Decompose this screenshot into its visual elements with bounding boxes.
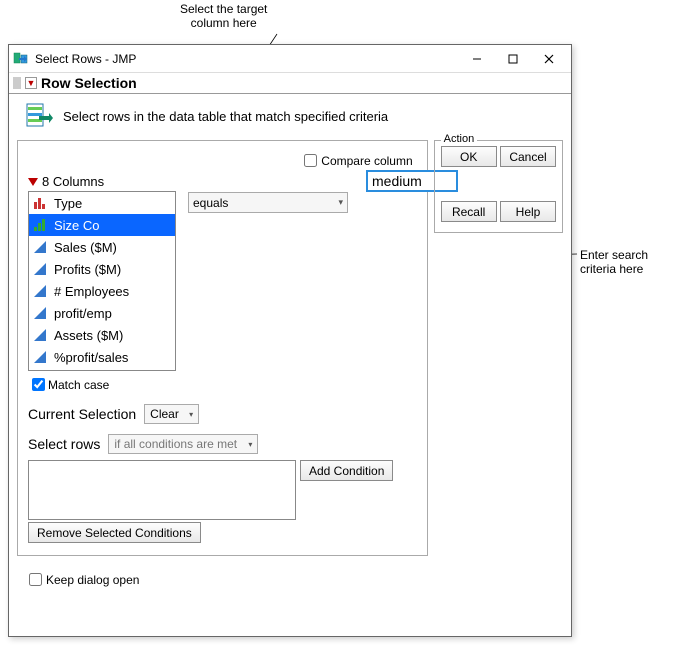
close-icon bbox=[544, 54, 554, 64]
current-selection-select[interactable]: Clear ▾ bbox=[144, 404, 199, 424]
columns-header-label: 8 Columns bbox=[42, 174, 104, 189]
help-button[interactable]: Help bbox=[500, 201, 556, 222]
current-selection-value: Clear bbox=[150, 407, 179, 421]
compare-column-label: Compare column bbox=[321, 154, 412, 168]
match-case-checkbox[interactable] bbox=[32, 378, 45, 391]
nominal-icon bbox=[33, 196, 49, 210]
list-item[interactable]: %profit/sales bbox=[29, 346, 175, 368]
body-area: Compare column 8 Columns Type bbox=[9, 140, 571, 556]
select-rows-label: Select rows bbox=[28, 436, 100, 452]
continuous-icon bbox=[33, 306, 49, 320]
list-item[interactable]: Profits ($M) bbox=[29, 258, 175, 280]
compare-column-row: Compare column bbox=[28, 151, 417, 170]
list-item-label: %profit/sales bbox=[54, 350, 128, 365]
select-rows-value: if all conditions are met bbox=[114, 437, 237, 451]
dialog-window: Select Rows - JMP ▼ Row Selection bbox=[8, 44, 572, 637]
list-item[interactable]: Type bbox=[29, 192, 175, 214]
disclosure-button[interactable]: ▼ bbox=[25, 77, 37, 89]
conditions-row: Add Condition bbox=[28, 460, 417, 520]
list-item-label: Size Co bbox=[54, 218, 100, 233]
conditions-list[interactable] bbox=[28, 460, 296, 520]
columns-list[interactable]: Type Size Co Sales ($M) bbox=[28, 191, 176, 371]
chevron-down-icon: ▾ bbox=[248, 440, 252, 449]
close-button[interactable] bbox=[531, 47, 567, 71]
section-header: ▼ Row Selection bbox=[9, 73, 571, 94]
match-case-row: Match case bbox=[28, 375, 417, 394]
select-rows-row: Select rows if all conditions are met ▾ bbox=[28, 434, 417, 454]
columns-menu-icon bbox=[28, 178, 38, 186]
columns-header[interactable]: 8 Columns bbox=[28, 174, 176, 189]
select-rows-select[interactable]: if all conditions are met ▾ bbox=[108, 434, 258, 454]
section-title: Row Selection bbox=[41, 75, 137, 91]
list-item-label: Sales ($M) bbox=[54, 240, 117, 255]
columns-block: 8 Columns Type Si bbox=[28, 174, 176, 371]
list-item[interactable]: Sales ($M) bbox=[29, 236, 175, 258]
keep-open-checkbox[interactable] bbox=[29, 573, 42, 586]
operator-value: equals bbox=[193, 196, 228, 210]
keep-open-row: Keep dialog open bbox=[25, 570, 571, 589]
list-item[interactable]: Assets ($M) bbox=[29, 324, 175, 346]
annotation-target-column-text: Select the target column here bbox=[180, 2, 267, 31]
ordinal-icon bbox=[33, 218, 49, 232]
list-item-label: Assets ($M) bbox=[54, 328, 123, 343]
action-panel: Action OK Cancel Recall Help bbox=[434, 140, 563, 233]
current-selection-row: Current Selection Clear ▾ bbox=[28, 404, 417, 424]
continuous-icon bbox=[33, 328, 49, 342]
current-selection-label: Current Selection bbox=[28, 406, 136, 422]
left-panel: Compare column 8 Columns Type bbox=[17, 140, 428, 556]
recall-button[interactable]: Recall bbox=[441, 201, 497, 222]
top-row: 8 Columns Type Si bbox=[28, 174, 417, 371]
app-icon bbox=[13, 51, 29, 67]
action-legend: Action bbox=[441, 133, 478, 145]
list-item-label: Type bbox=[54, 196, 82, 211]
compare-column-checkbox[interactable] bbox=[304, 154, 317, 167]
add-condition-button[interactable]: Add Condition bbox=[300, 460, 393, 481]
section-handle-icon bbox=[13, 77, 21, 89]
list-item[interactable]: # Employees bbox=[29, 280, 175, 302]
description-row: Select rows in the data table that match… bbox=[9, 94, 571, 140]
ok-button[interactable]: OK bbox=[441, 146, 497, 167]
titlebar: Select Rows - JMP bbox=[9, 45, 571, 73]
select-rows-icon bbox=[25, 102, 53, 130]
list-item-label: profit/emp bbox=[54, 306, 112, 321]
continuous-icon bbox=[33, 350, 49, 364]
annotation-search-text: Enter search criteria here bbox=[580, 248, 648, 277]
operator-select[interactable]: equals ▾ bbox=[188, 192, 348, 213]
continuous-icon bbox=[33, 284, 49, 298]
window-title: Select Rows - JMP bbox=[35, 52, 459, 66]
continuous-icon bbox=[33, 262, 49, 276]
remove-condition-button[interactable]: Remove Selected Conditions bbox=[28, 522, 201, 543]
list-item[interactable]: profit/emp bbox=[29, 302, 175, 324]
continuous-icon bbox=[33, 240, 49, 254]
chevron-down-icon: ▾ bbox=[189, 410, 193, 419]
cancel-button[interactable]: Cancel bbox=[500, 146, 556, 167]
minimize-icon bbox=[472, 54, 482, 64]
maximize-icon bbox=[508, 54, 518, 64]
remove-condition-label: Remove Selected Conditions bbox=[37, 526, 192, 540]
operator-block: equals ▾ bbox=[188, 192, 348, 213]
minimize-button[interactable] bbox=[459, 47, 495, 71]
maximize-button[interactable] bbox=[495, 47, 531, 71]
list-item-label: # Employees bbox=[54, 284, 129, 299]
match-case-label: Match case bbox=[48, 378, 109, 392]
description-text: Select rows in the data table that match… bbox=[63, 109, 388, 124]
chevron-down-icon: ▾ bbox=[338, 197, 343, 208]
add-condition-label: Add Condition bbox=[309, 464, 384, 478]
list-item[interactable]: Size Co bbox=[29, 214, 175, 236]
keep-open-label: Keep dialog open bbox=[46, 573, 139, 587]
list-item-label: Profits ($M) bbox=[54, 262, 121, 277]
